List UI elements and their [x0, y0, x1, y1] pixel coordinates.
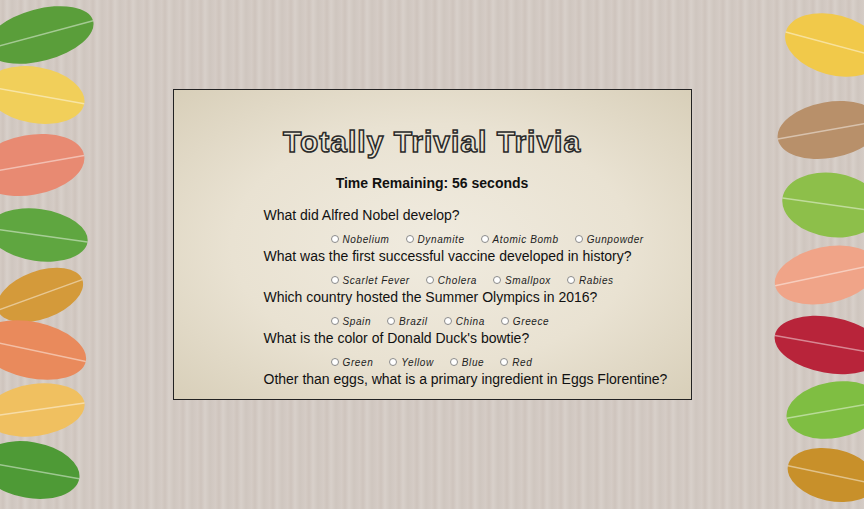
radio-button[interactable] [493, 276, 501, 284]
left-leaves [0, 0, 110, 509]
radio-button[interactable] [389, 358, 397, 366]
radio-button[interactable] [331, 358, 339, 366]
option-label[interactable]: Blue [462, 357, 484, 368]
option-label[interactable]: Dynamite [418, 234, 465, 245]
radio-button[interactable] [331, 317, 339, 325]
question-text: What is the color of Donald Duck's bowti… [264, 329, 691, 347]
answer-option[interactable]: Green [331, 357, 374, 368]
radio-button[interactable] [331, 276, 339, 284]
leaf-icon [0, 434, 84, 507]
option-label[interactable]: Spain [343, 316, 372, 327]
option-label[interactable]: Gunpowder [587, 234, 644, 245]
answer-option[interactable]: Rabies [567, 275, 614, 286]
leaf-icon [773, 93, 864, 166]
radio-button[interactable] [387, 317, 395, 325]
left-leaves-icon [0, 0, 110, 509]
radio-button[interactable] [406, 235, 414, 243]
radio-button[interactable] [444, 317, 452, 325]
option-label[interactable]: Rabies [579, 275, 614, 286]
answer-option[interactable]: Cholera [426, 275, 477, 286]
answer-option[interactable]: Atomic Bomb [481, 234, 559, 245]
radio-button[interactable] [567, 276, 575, 284]
timer: Time Remaining: 56 seconds [336, 174, 529, 192]
radio-button[interactable] [481, 235, 489, 243]
question-list: What did Alfred Nobel develop? Nobelium Dy… [174, 206, 691, 388]
page: Totally Trivial Trivia Time Remaining: 56… [0, 0, 864, 509]
leaf-icon [778, 3, 864, 87]
leaf-icon [0, 0, 100, 74]
leaf-icon [769, 237, 864, 313]
option-label[interactable]: Greece [513, 316, 549, 327]
radio-button[interactable] [500, 358, 508, 366]
leaf-icon [0, 59, 89, 132]
option-label[interactable]: Atomic Bomb [493, 234, 559, 245]
question-text: Which country hosted the Summer Olympics… [264, 288, 691, 306]
question-text: Other than eggs, what is a primary ingre… [264, 370, 691, 388]
option-row: Nobelium Dynamite Atomic Bomb Gunpowder [331, 232, 691, 246]
leaf-icon [0, 377, 88, 442]
question-text: What did Alfred Nobel develop? [264, 206, 691, 224]
question: What did Alfred Nobel develop? Nobelium Dy… [264, 206, 691, 247]
question-text: What was the first successful vaccine de… [264, 247, 691, 265]
leaf-icon [783, 440, 864, 509]
right-leaves-icon [754, 0, 864, 509]
answer-option[interactable]: Scarlet Fever [331, 275, 410, 286]
answer-option[interactable]: China [444, 316, 485, 327]
option-label[interactable]: Yellow [401, 357, 434, 368]
option-label[interactable]: Cholera [438, 275, 477, 286]
option-label[interactable]: Red [512, 357, 532, 368]
answer-option[interactable]: Brazil [387, 316, 428, 327]
answer-option[interactable]: Blue [450, 357, 484, 368]
option-label[interactable]: Scarlet Fever [343, 275, 410, 286]
answer-option[interactable]: Red [500, 357, 532, 368]
center-area: Totally Trivial Trivia Time Remaining: 56… [110, 0, 754, 509]
leaf-icon [0, 202, 91, 267]
question: Which country hosted the Summer Olympics… [264, 288, 691, 329]
leaf-icon [782, 374, 864, 446]
option-row: Scarlet Fever Cholera Smallpox Rabies [331, 273, 691, 287]
leaf-icon [778, 166, 864, 243]
radio-button[interactable] [501, 317, 509, 325]
question: What was the first successful vaccine de… [264, 247, 691, 288]
answer-option[interactable]: Dynamite [406, 234, 465, 245]
radio-button[interactable] [450, 358, 458, 366]
option-label[interactable]: China [456, 316, 485, 327]
answer-option[interactable]: Gunpowder [575, 234, 644, 245]
radio-button[interactable] [575, 235, 583, 243]
option-label[interactable]: Green [343, 357, 374, 368]
answer-option[interactable]: Yellow [389, 357, 434, 368]
answer-option[interactable]: Spain [331, 316, 372, 327]
radio-button[interactable] [426, 276, 434, 284]
option-row: Spain Brazil China Greece [331, 314, 691, 328]
right-leaves [754, 0, 864, 509]
quiz-panel: Totally Trivial Trivia Time Remaining: 56… [173, 89, 692, 400]
option-row: Green Yellow Blue Red [331, 355, 691, 369]
question: What is the color of Donald Duck's bowti… [264, 329, 691, 370]
option-label[interactable]: Nobelium [343, 234, 390, 245]
radio-button[interactable] [331, 235, 339, 243]
leaf-icon [0, 126, 89, 204]
answer-option[interactable]: Greece [501, 316, 549, 327]
option-label[interactable]: Smallpox [505, 275, 551, 286]
option-label[interactable]: Brazil [399, 316, 428, 327]
question: Other than eggs, what is a primary ingre… [264, 370, 691, 388]
answer-option[interactable]: Nobelium [331, 234, 390, 245]
leaf-icon [770, 308, 864, 382]
quiz-title: Totally Trivial Trivia [283, 124, 581, 160]
leaf-icon [0, 311, 92, 389]
answer-option[interactable]: Smallpox [493, 275, 551, 286]
